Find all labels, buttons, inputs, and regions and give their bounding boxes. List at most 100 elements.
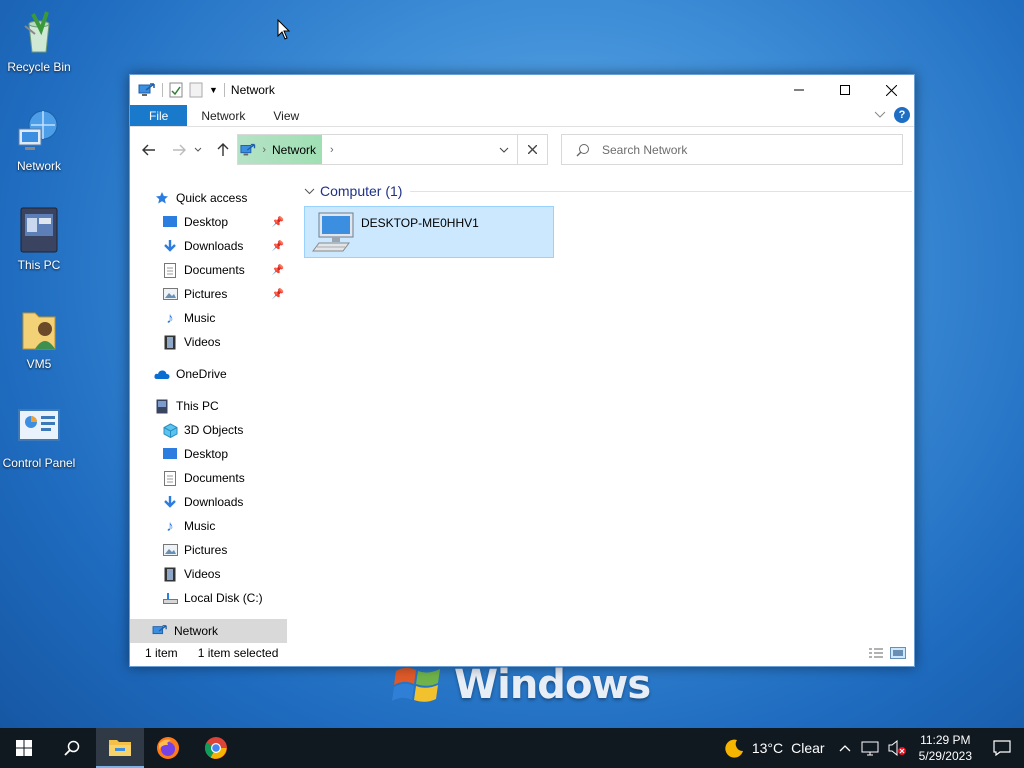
close-icon — [528, 145, 537, 154]
tab-file[interactable]: File — [130, 105, 188, 126]
taskbar-firefox[interactable] — [144, 728, 192, 768]
nav-quick-pictures[interactable]: Pictures 📌 — [162, 283, 284, 305]
item-count: 1 item — [145, 646, 178, 660]
file-explorer-window: ▼ Network File Network View ? › Network … — [129, 74, 915, 667]
computer-icon — [309, 207, 357, 255]
nav-pc-downloads[interactable]: Downloads — [162, 491, 243, 513]
minimize-button[interactable] — [776, 75, 822, 105]
network-status-icon[interactable] — [861, 740, 879, 756]
desktop-icon-vm5[interactable]: VM5 — [0, 305, 78, 371]
expand-ribbon-chevron-icon[interactable] — [874, 111, 886, 119]
help-icon[interactable]: ? — [894, 107, 910, 123]
back-arrow-icon — [142, 144, 155, 156]
clock-date: 5/29/2023 — [918, 749, 972, 763]
desktop-icon-network[interactable]: Network — [0, 107, 78, 173]
maximize-button[interactable] — [822, 75, 868, 105]
nav-quick-access[interactable]: Quick access — [154, 187, 247, 209]
file-explorer-icon — [109, 740, 131, 756]
properties-icon[interactable] — [169, 82, 183, 98]
taskbar-chrome[interactable] — [192, 728, 240, 768]
window-title: Network — [230, 83, 275, 97]
large-icons-view-icon[interactable] — [890, 647, 906, 659]
forward-button[interactable] — [168, 139, 190, 161]
nav-quick-videos[interactable]: Videos — [162, 331, 220, 353]
nav-3d-objects[interactable]: 3D Objects — [162, 419, 243, 441]
weather-condition: Clear — [791, 740, 825, 756]
nav-quick-downloads[interactable]: Downloads 📌 — [162, 235, 284, 257]
network-computer-tile[interactable]: DESKTOP-ME0HHV1 — [304, 206, 554, 258]
taskbar: 13°C Clear 11:29 PM 5/29/2023 — [0, 728, 1024, 768]
nav-onedrive[interactable]: OneDrive — [154, 363, 227, 385]
status-bar: 1 item 1 item selected — [130, 640, 914, 666]
show-hidden-icons-chevron-icon[interactable] — [839, 744, 851, 752]
address-bar[interactable]: › Network › — [237, 134, 548, 165]
weather-widget[interactable]: 13°C Clear — [724, 738, 825, 758]
ribbon-right-controls: ? — [874, 107, 910, 123]
navigation-pane: Quick access Desktop 📌 Downloads 📌 Docum… — [130, 185, 287, 645]
wallpaper-windows-logo: Windows — [392, 660, 651, 710]
search-button[interactable] — [48, 728, 96, 768]
pictures-icon — [162, 286, 178, 302]
action-center-button[interactable] — [980, 728, 1024, 768]
close-button[interactable] — [868, 75, 914, 105]
window-controls — [776, 75, 914, 105]
chevron-down-icon — [304, 188, 315, 194]
nav-pc-pictures[interactable]: Pictures — [162, 539, 227, 561]
up-button[interactable] — [212, 139, 234, 161]
nav-label: Videos — [184, 335, 221, 349]
group-header-label: Computer (1) — [320, 183, 403, 199]
group-header-computer[interactable]: Computer (1) — [304, 183, 912, 199]
downloads-icon — [162, 494, 178, 510]
content-area: Computer (1) DESKTOP-ME0HHV1 — [304, 179, 914, 640]
system-tray: 13°C Clear 11:29 PM 5/29/2023 — [724, 728, 1024, 768]
3d-objects-icon — [162, 422, 178, 438]
nav-this-pc[interactable]: This PC — [154, 395, 219, 417]
nav-label: Local Disk (C:) — [184, 591, 263, 605]
nav-label: Documents — [184, 471, 245, 485]
start-button[interactable] — [0, 728, 48, 768]
tab-view[interactable]: View — [259, 105, 313, 126]
nav-label: Network — [174, 624, 219, 638]
title-bar[interactable]: ▼ Network — [130, 75, 914, 105]
back-button[interactable] — [138, 139, 160, 161]
new-folder-icon[interactable] — [189, 82, 203, 98]
breadcrumb-separator-icon[interactable]: › — [262, 144, 266, 156]
pin-icon[interactable]: 📌 — [272, 241, 284, 252]
nav-quick-documents[interactable]: Documents 📌 — [162, 259, 284, 281]
details-view-icon[interactable] — [868, 647, 884, 659]
search-icon — [576, 143, 589, 156]
nav-pc-music[interactable]: ♪ Music — [162, 515, 215, 537]
pin-icon[interactable]: 📌 — [272, 289, 284, 300]
nav-quick-music[interactable]: ♪ Music — [162, 307, 215, 329]
taskbar-clock[interactable]: 11:29 PM 5/29/2023 — [919, 732, 972, 764]
videos-icon — [162, 334, 178, 350]
desktop-icon-this-pc[interactable]: This PC — [0, 206, 78, 272]
desktop-icon-recycle-bin[interactable]: Recycle Bin — [0, 8, 78, 74]
taskbar-file-explorer[interactable] — [96, 728, 144, 768]
breadcrumb-network[interactable]: Network — [272, 143, 316, 157]
recent-locations-button[interactable] — [192, 139, 204, 161]
tab-network[interactable]: Network — [187, 105, 259, 126]
nav-label: Desktop — [184, 215, 229, 229]
nav-pc-videos[interactable]: Videos — [162, 563, 220, 585]
clear-address-button[interactable] — [517, 135, 547, 164]
nav-pc-documents[interactable]: Documents — [162, 467, 245, 489]
nav-label: Quick access — [176, 191, 248, 205]
pin-icon[interactable]: 📌 — [272, 217, 284, 228]
selection-status: 1 item selected — [197, 646, 279, 660]
nav-quick-desktop[interactable]: Desktop 📌 — [162, 211, 284, 233]
nav-label: OneDrive — [176, 367, 227, 381]
pin-icon[interactable]: 📌 — [272, 265, 284, 276]
customize-toolbar-chevron-icon[interactable]: ▼ — [209, 85, 218, 95]
desktop-icon-control-panel[interactable]: Control Panel — [0, 404, 78, 470]
address-breadcrumb: › Network — [238, 135, 322, 164]
volume-muted-icon[interactable] — [887, 740, 907, 756]
nav-pc-desktop[interactable]: Desktop — [162, 443, 228, 465]
wallpaper-windows-text: Windows — [454, 662, 651, 708]
breadcrumb-separator-icon[interactable]: › — [330, 144, 334, 156]
search-box[interactable]: Search Network — [561, 134, 903, 165]
nav-local-disk[interactable]: Local Disk (C:) — [162, 587, 263, 609]
group-divider — [410, 190, 912, 192]
network-icon — [240, 143, 256, 155]
address-dropdown-button[interactable] — [491, 135, 517, 164]
